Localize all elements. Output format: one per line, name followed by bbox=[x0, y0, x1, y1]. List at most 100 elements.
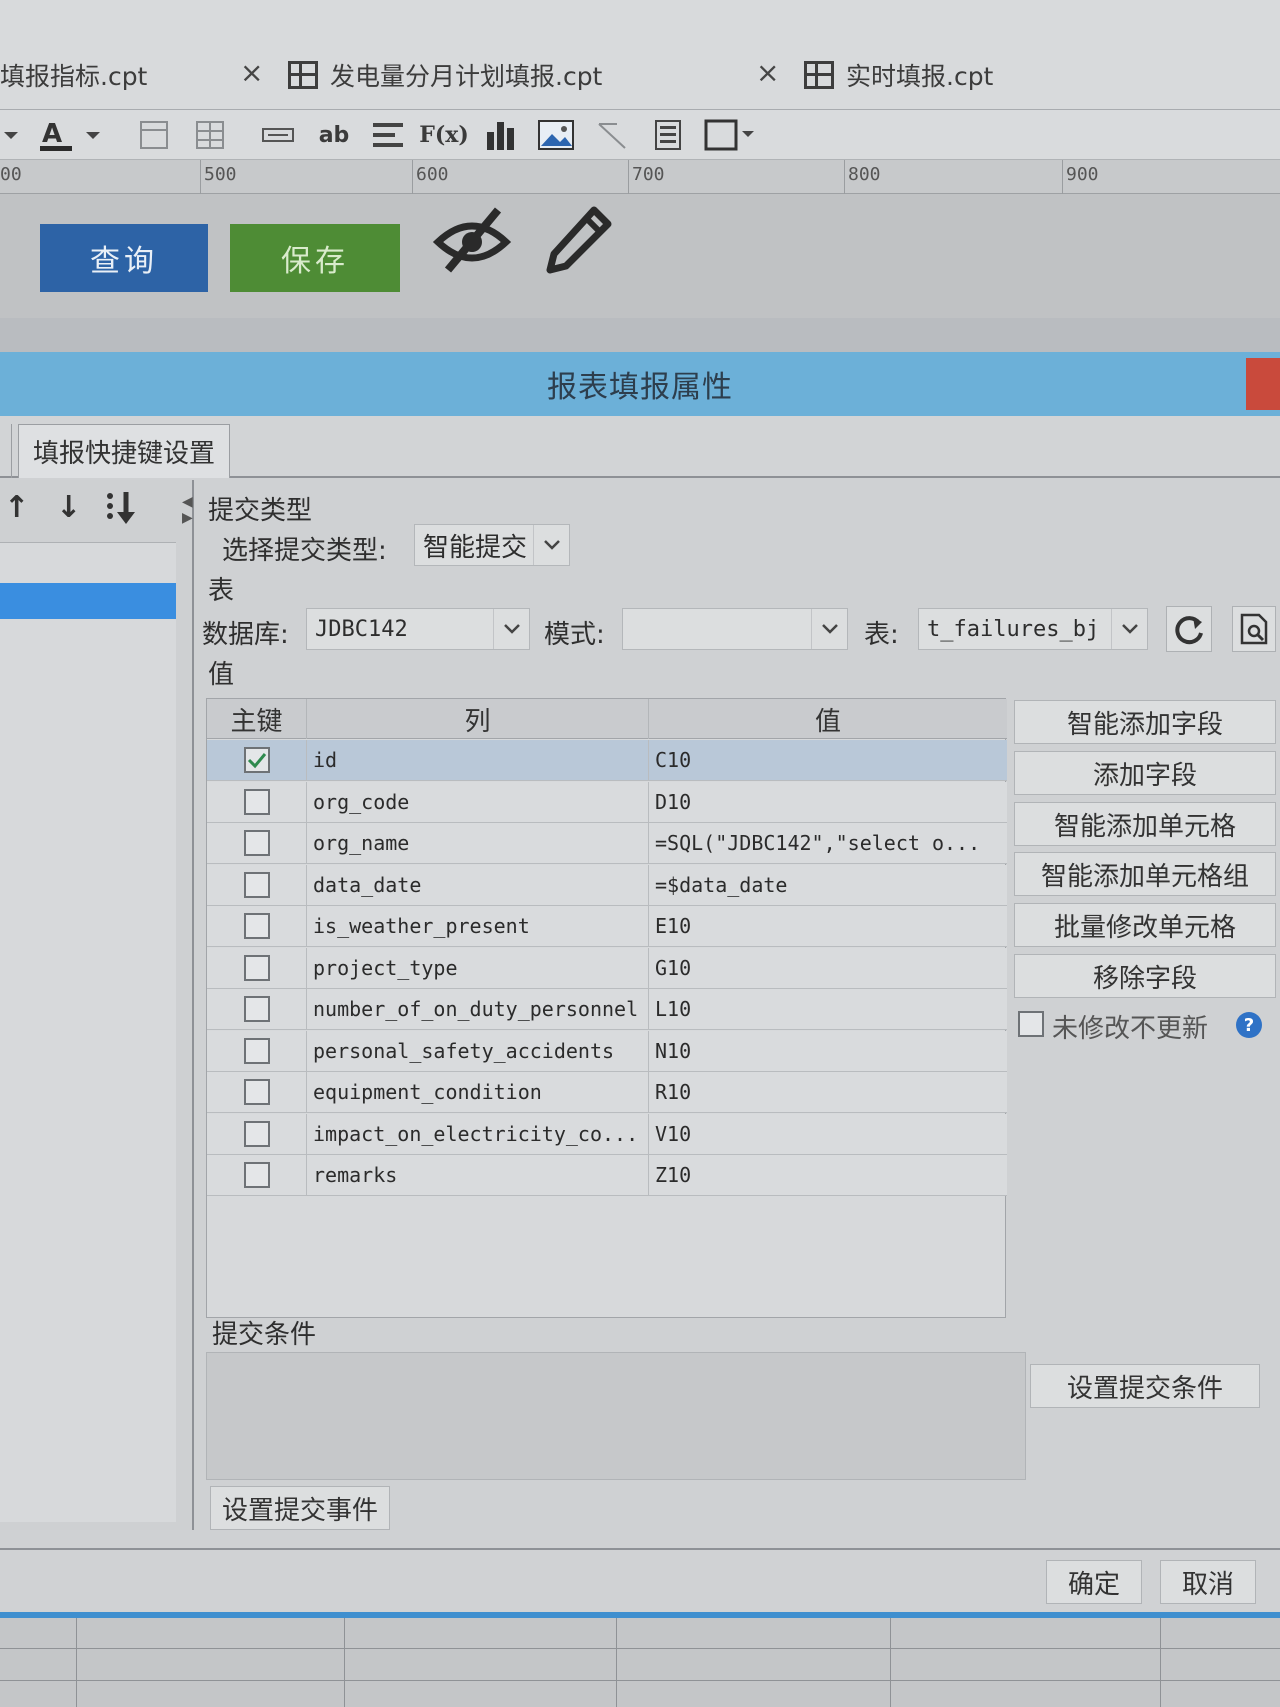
table-row[interactable]: equipment_condition R10 bbox=[207, 1072, 1007, 1113]
textbox-widget-icon[interactable] bbox=[260, 118, 296, 152]
primary-key-checkbox[interactable] bbox=[243, 788, 270, 815]
chevron-down-icon[interactable] bbox=[1111, 609, 1147, 649]
schema-select[interactable] bbox=[622, 608, 848, 650]
preview-table-button[interactable] bbox=[1232, 606, 1276, 652]
save-button[interactable]: 保存 bbox=[230, 224, 400, 292]
tab-previous-edge[interactable] bbox=[0, 424, 12, 478]
smart-add-cell-group-button[interactable]: 智能添加单元格组 bbox=[1014, 852, 1276, 896]
tab-monthly-plan[interactable]: 发电量分月计划填报.cpt bbox=[288, 52, 602, 98]
value-cell[interactable]: =$data_date bbox=[649, 865, 1007, 905]
image-icon[interactable] bbox=[536, 118, 576, 152]
tab-realtime-fill[interactable]: 实时填报.cpt bbox=[804, 52, 993, 98]
value-cell[interactable]: R10 bbox=[649, 1072, 1007, 1112]
table-row[interactable]: project_type G10 bbox=[207, 947, 1007, 989]
no-update-unmodified-checkbox[interactable] bbox=[1018, 1011, 1044, 1037]
column-name-cell[interactable]: data_date bbox=[307, 864, 649, 905]
table-row[interactable]: id C10 bbox=[207, 740, 1007, 781]
table-row[interactable]: data_date =$data_date bbox=[207, 864, 1007, 906]
primary-key-checkbox[interactable] bbox=[243, 913, 270, 939]
eye-slash-icon[interactable] bbox=[432, 204, 512, 278]
value-cell[interactable]: C10 bbox=[649, 740, 1007, 780]
primary-key-checkbox[interactable] bbox=[243, 1162, 270, 1188]
help-icon[interactable]: ? bbox=[1236, 1012, 1262, 1038]
sub-report-icon[interactable] bbox=[650, 118, 686, 152]
primary-key-checkbox[interactable] bbox=[243, 871, 270, 898]
border-style-dropdown-icon[interactable] bbox=[704, 118, 756, 152]
set-submit-condition-button[interactable]: 设置提交条件 bbox=[1030, 1364, 1260, 1408]
column-name-cell[interactable]: org_name bbox=[307, 823, 649, 863]
add-field-button[interactable]: 添加字段 bbox=[1014, 751, 1276, 795]
tab-close-icon[interactable]: × bbox=[756, 56, 779, 89]
column-name-cell[interactable]: personal_safety_accidents bbox=[307, 1030, 649, 1071]
table-row[interactable]: org_code D10 bbox=[207, 781, 1007, 823]
value-cell[interactable]: D10 bbox=[649, 782, 1007, 822]
refresh-button[interactable] bbox=[1166, 606, 1212, 652]
table-row[interactable]: impact_on_electricity_co... V10 bbox=[207, 1113, 1007, 1155]
column-name-cell[interactable]: is_weather_present bbox=[307, 906, 649, 946]
primary-key-checkbox[interactable] bbox=[243, 1037, 270, 1064]
move-down-icon[interactable]: ↓ bbox=[56, 490, 81, 525]
submit-condition-area[interactable] bbox=[206, 1352, 1026, 1480]
collapse-arrow-icon[interactable]: ◀ ▶ bbox=[182, 494, 193, 526]
sort-down-icon[interactable] bbox=[104, 490, 140, 534]
chevron-down-icon[interactable] bbox=[811, 609, 847, 649]
pencil-icon[interactable] bbox=[544, 204, 614, 278]
list-item-selected[interactable] bbox=[0, 583, 176, 619]
column-name-cell[interactable]: remarks bbox=[307, 1155, 649, 1195]
table-select[interactable]: t_failures_bj bbox=[918, 608, 1148, 650]
tab-shortcut-settings[interactable]: 填报快捷键设置 bbox=[18, 424, 231, 478]
column-name-cell[interactable]: id bbox=[307, 740, 649, 780]
text-tool-button[interactable]: ab bbox=[316, 118, 352, 152]
column-name-cell[interactable]: number_of_on_duty_personnel bbox=[307, 989, 649, 1029]
font-color-button[interactable]: A bbox=[38, 118, 104, 152]
query-button[interactable]: 查询 bbox=[40, 224, 208, 292]
cancel-button[interactable]: 取消 bbox=[1160, 1560, 1256, 1604]
dropdown-arrow-icon[interactable] bbox=[0, 118, 22, 152]
tab-fill-indicator[interactable]: 填报指标.cpt bbox=[0, 52, 147, 98]
primary-key-checkbox[interactable] bbox=[243, 747, 270, 773]
primary-key-checkbox[interactable] bbox=[243, 996, 270, 1022]
merge-cells-icon[interactable] bbox=[192, 118, 228, 152]
column-name-cell[interactable]: org_code bbox=[307, 781, 649, 822]
primary-key-checkbox[interactable] bbox=[243, 1079, 270, 1105]
value-cell[interactable]: E10 bbox=[649, 906, 1007, 946]
value-cell[interactable]: V10 bbox=[649, 1114, 1007, 1154]
dialog-close-button[interactable] bbox=[1246, 358, 1280, 410]
batch-modify-cell-button[interactable]: 批量修改单元格 bbox=[1014, 903, 1276, 947]
chart-icon[interactable] bbox=[482, 118, 518, 152]
remove-field-button[interactable]: 移除字段 bbox=[1014, 954, 1276, 998]
chevron-down-icon[interactable] bbox=[533, 525, 569, 565]
database-select[interactable]: JDBC142 bbox=[306, 608, 530, 650]
column-name-cell[interactable]: impact_on_electricity_co... bbox=[307, 1113, 649, 1154]
value-cell[interactable]: =SQL("JDBC142","select o... bbox=[649, 823, 1007, 863]
formula-button[interactable]: F(x) bbox=[419, 118, 469, 152]
header-value[interactable]: 值 bbox=[649, 699, 1007, 739]
value-cell[interactable]: L10 bbox=[649, 989, 1007, 1029]
ok-button[interactable]: 确定 bbox=[1046, 1560, 1142, 1604]
slash-cell-icon[interactable] bbox=[594, 118, 630, 152]
table-row[interactable]: org_name =SQL("JDBC142","select o... bbox=[207, 823, 1007, 864]
header-column[interactable]: 列 bbox=[307, 699, 649, 739]
set-submit-event-button[interactable]: 设置提交事件 bbox=[210, 1486, 390, 1530]
align-lines-icon[interactable] bbox=[370, 118, 406, 152]
value-cell[interactable]: G10 bbox=[649, 948, 1007, 988]
table-row[interactable]: personal_safety_accidents N10 bbox=[207, 1030, 1007, 1072]
smart-add-field-button[interactable]: 智能添加字段 bbox=[1014, 700, 1276, 744]
move-up-icon[interactable]: ↑ bbox=[4, 490, 29, 525]
chevron-down-icon[interactable] bbox=[493, 609, 529, 649]
value-cell[interactable]: N10 bbox=[649, 1031, 1007, 1071]
primary-key-checkbox[interactable] bbox=[243, 830, 270, 856]
tab-close-icon[interactable]: × bbox=[240, 56, 263, 89]
value-cell[interactable]: Z10 bbox=[649, 1155, 1007, 1195]
column-name-cell[interactable]: equipment_condition bbox=[307, 1072, 649, 1112]
submit-type-select[interactable]: 智能提交 bbox=[414, 524, 570, 566]
cell-border-icon[interactable] bbox=[136, 118, 172, 152]
primary-key-checkbox[interactable] bbox=[243, 1120, 270, 1147]
table-row[interactable]: is_weather_present E10 bbox=[207, 906, 1007, 947]
table-row[interactable]: number_of_on_duty_personnel L10 bbox=[207, 989, 1007, 1030]
smart-add-cell-button[interactable]: 智能添加单元格 bbox=[1014, 802, 1276, 846]
column-name-cell[interactable]: project_type bbox=[307, 947, 649, 988]
header-primary-key[interactable]: 主键 bbox=[207, 699, 307, 739]
primary-key-checkbox[interactable] bbox=[243, 954, 270, 981]
table-row[interactable]: remarks Z10 bbox=[207, 1155, 1007, 1196]
